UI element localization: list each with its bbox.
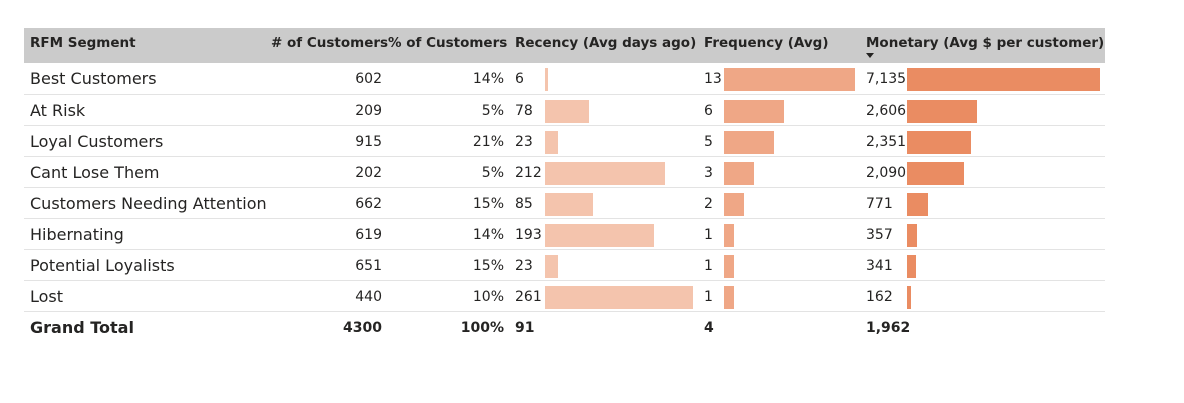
grand-total-row: Grand Total 4300 100% 91 4 1,962 — [24, 312, 1105, 342]
column-header-pct[interactable]: % of Customers — [388, 28, 507, 63]
pct-cell: 14% — [472, 227, 504, 243]
frequency-value: 1 — [704, 289, 713, 305]
table-row[interactable]: Customers Needing Attention 662 15% 85 2 771 — [24, 188, 1105, 219]
customers-cell: 619 — [355, 227, 382, 243]
segment-label: At Risk — [30, 101, 86, 120]
pct-cell: 21% — [472, 134, 504, 150]
total-pct: 100% — [460, 320, 504, 336]
pct-cell: 15% — [472, 196, 504, 212]
monetary-bar — [907, 100, 978, 123]
customers-cell: 915 — [355, 134, 382, 150]
rfm-table: RFM Segment # of Customers % of Customer… — [24, 28, 1105, 342]
total-recency: 91 — [515, 320, 535, 336]
recency-bar — [545, 224, 655, 247]
segment-label: Potential Loyalists — [30, 256, 175, 275]
frequency-bar — [724, 131, 775, 154]
frequency-value: 13 — [704, 71, 722, 87]
segment-label: Cant Lose Them — [30, 163, 160, 182]
pct-cell: 15% — [472, 258, 504, 274]
frequency-value: 1 — [704, 258, 713, 274]
recency-bar — [545, 286, 693, 309]
customers-cell: 651 — [355, 258, 382, 274]
table-row[interactable]: Hibernating 619 14% 193 1 357 — [24, 219, 1105, 250]
monetary-bar — [907, 255, 917, 278]
recency-bar — [545, 68, 549, 91]
column-header-customers[interactable]: # of Customers — [271, 28, 388, 63]
monetary-value: 162 — [866, 289, 893, 305]
segment-label: Lost — [30, 287, 64, 306]
table-row[interactable]: Cant Lose Them 202 5% 212 3 2,090 — [24, 157, 1105, 188]
total-frequency: 4 — [704, 320, 714, 336]
table-row[interactable]: At Risk 209 5% 78 6 2,606 — [24, 95, 1105, 126]
monetary-value: 357 — [866, 227, 893, 243]
total-monetary: 1,962 — [866, 320, 911, 336]
table-row[interactable]: Lost 440 10% 261 1 162 — [24, 281, 1105, 312]
customers-cell: 602 — [355, 71, 382, 87]
segment-label: Hibernating — [30, 225, 124, 244]
frequency-bar — [724, 286, 735, 309]
frequency-bar — [724, 224, 735, 247]
frequency-value: 5 — [704, 134, 713, 150]
recency-bar — [545, 255, 559, 278]
monetary-bar — [907, 193, 928, 216]
column-header-segment[interactable]: RFM Segment — [30, 28, 136, 63]
monetary-bar — [907, 68, 1100, 91]
column-header-monetary[interactable]: Monetary (Avg $ per customer) — [866, 28, 1104, 63]
frequency-bar — [724, 100, 785, 123]
monetary-value: 2,351 — [866, 134, 907, 150]
segment-label: Loyal Customers — [30, 132, 164, 151]
frequency-bar — [724, 193, 745, 216]
column-header-recency[interactable]: Recency (Avg days ago) — [515, 28, 696, 63]
recency-bar — [545, 162, 666, 185]
table-body: Best Customers 602 14% 6 13 7,135 At Risk 209 5%… — [24, 63, 1105, 312]
table-row[interactable]: Loyal Customers 915 21% 23 5 2,351 — [24, 126, 1105, 157]
recency-value: 212 — [515, 165, 542, 181]
table-row[interactable]: Best Customers 602 14% 6 13 7,135 — [24, 63, 1105, 95]
segment-label: Best Customers — [30, 69, 157, 88]
pct-cell: 5% — [481, 165, 504, 181]
customers-cell: 440 — [355, 289, 382, 305]
pct-cell: 5% — [481, 103, 504, 119]
table-header: RFM Segment # of Customers % of Customer… — [24, 28, 1105, 63]
customers-cell: 662 — [355, 196, 382, 212]
monetary-bar — [907, 224, 917, 247]
total-segment-label: Grand Total — [30, 318, 134, 337]
monetary-value: 341 — [866, 258, 893, 274]
frequency-value: 1 — [704, 227, 713, 243]
recency-value: 23 — [515, 134, 533, 150]
customers-cell: 209 — [355, 103, 382, 119]
monetary-bar — [907, 131, 971, 154]
frequency-value: 6 — [704, 103, 713, 119]
recency-value: 261 — [515, 289, 542, 305]
recency-value: 23 — [515, 258, 533, 274]
sort-descending-icon[interactable] — [866, 53, 874, 58]
monetary-bar — [907, 162, 964, 185]
column-header-frequency[interactable]: Frequency (Avg) — [704, 28, 829, 63]
total-customers: 4300 — [343, 320, 382, 336]
recency-value: 6 — [515, 71, 524, 87]
recency-value: 85 — [515, 196, 533, 212]
monetary-bar — [907, 286, 912, 309]
pct-cell: 14% — [472, 71, 504, 87]
frequency-value: 2 — [704, 196, 713, 212]
frequency-bar — [724, 68, 855, 91]
customers-cell: 202 — [355, 165, 382, 181]
recency-value: 193 — [515, 227, 542, 243]
recency-bar — [545, 100, 590, 123]
monetary-value: 2,606 — [866, 103, 907, 119]
frequency-bar — [724, 255, 735, 278]
monetary-value: 7,135 — [866, 71, 907, 87]
segment-label: Customers Needing Attention — [30, 194, 267, 213]
frequency-bar — [724, 162, 755, 185]
recency-value: 78 — [515, 103, 533, 119]
monetary-value: 771 — [866, 196, 893, 212]
pct-cell: 10% — [472, 289, 504, 305]
recency-bar — [545, 193, 594, 216]
table-row[interactable]: Potential Loyalists 651 15% 23 1 341 — [24, 250, 1105, 281]
recency-bar — [545, 131, 559, 154]
monetary-value: 2,090 — [866, 165, 907, 181]
frequency-value: 3 — [704, 165, 713, 181]
